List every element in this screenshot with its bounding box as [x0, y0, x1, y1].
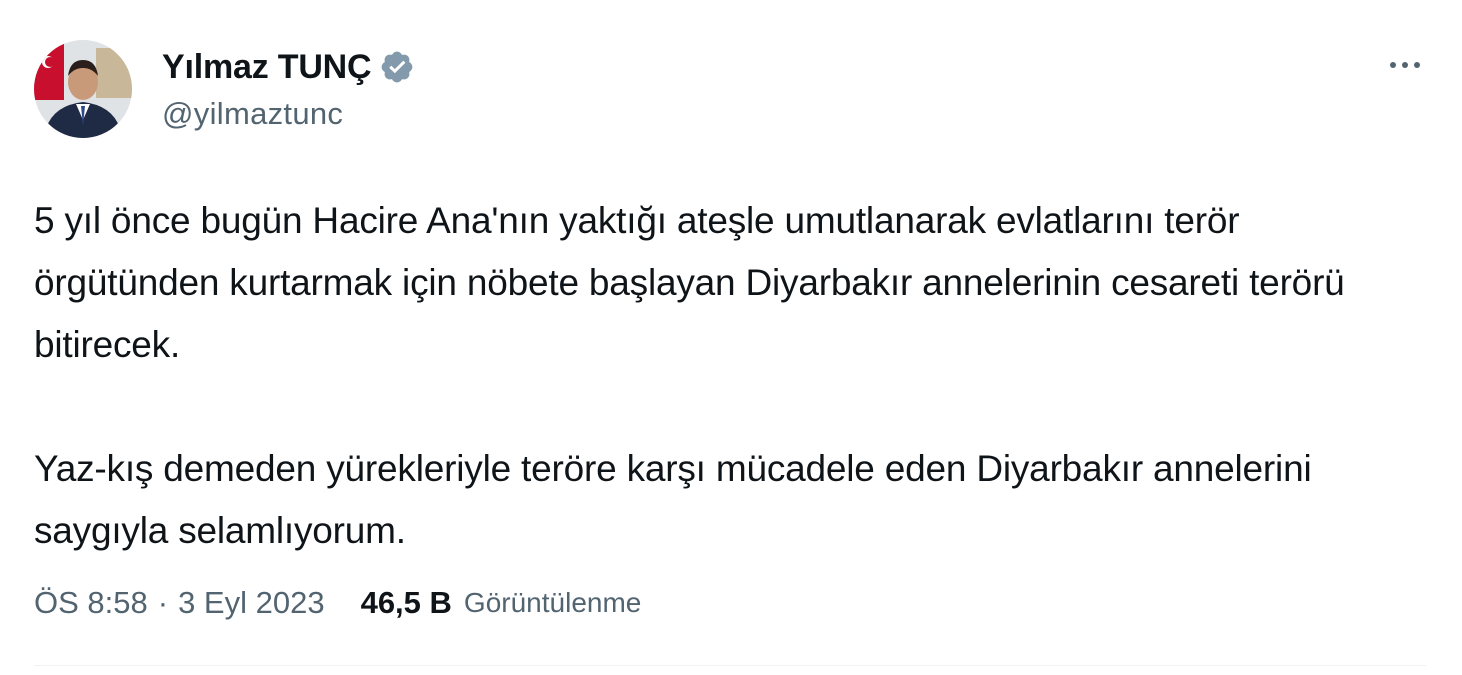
author-name[interactable]: Yılmaz TUNÇ [162, 48, 372, 87]
more-dot [1402, 62, 1408, 68]
author-name-row: Yılmaz TUNÇ [162, 44, 415, 90]
views-label: Görüntülenme [463, 587, 642, 618]
verified-badge-icon [379, 49, 415, 85]
tweet-card: Yılmaz TUNÇ @yilmaztunc 5 yıl önce bugün… [0, 0, 1462, 675]
tweet-meta: ÖS 8:58 · 3 Eyl 2023 46,5 B Görüntülenme [34, 580, 641, 626]
tweet-time[interactable]: ÖS 8:58 [34, 585, 148, 621]
more-dot [1414, 62, 1420, 68]
divider [34, 665, 1426, 666]
tweet-date[interactable]: 3 Eyl 2023 [178, 585, 325, 621]
author-handle[interactable]: @yilmaztunc [162, 96, 343, 132]
avatar[interactable] [34, 40, 132, 138]
meta-separator: · [157, 585, 169, 620]
tweet-text: 5 yıl önce bugün Hacire Ana'nın yaktığı … [34, 190, 1434, 562]
more-options-icon[interactable] [1380, 50, 1430, 80]
views-count[interactable]: 46,5 B [361, 585, 452, 621]
more-dot [1390, 62, 1396, 68]
tweet-paragraph: Yaz-kış demeden yürekleriyle teröre karş… [34, 448, 1312, 551]
tweet-paragraph: 5 yıl önce bugün Hacire Ana'nın yaktığı … [34, 200, 1345, 365]
